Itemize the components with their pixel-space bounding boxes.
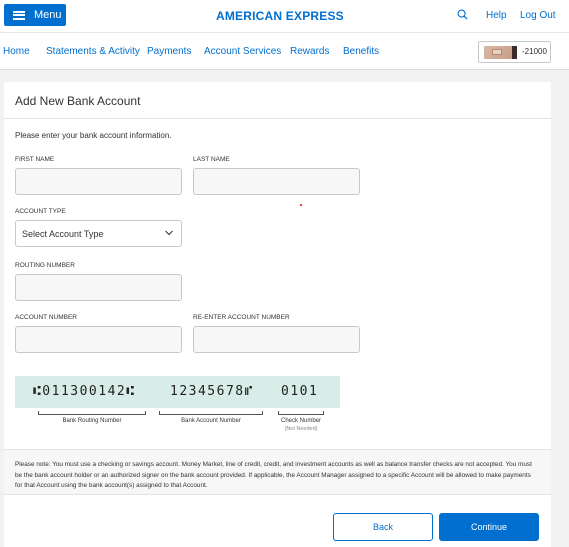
routing-number-label: ROUTING NUMBER [15,262,75,269]
check-number-subcaption: (Not Needed) [284,426,318,432]
card-selector[interactable]: -21000 [478,41,551,63]
account-bracket [159,411,263,415]
micr-account-digits: 12345678⑈ [170,384,254,399]
hamburger-icon [13,10,25,20]
nav-home[interactable]: Home [3,46,30,57]
check-number-caption: Check Number [280,418,321,424]
brand-logo[interactable]: AMERICAN EXPRESS [216,9,344,23]
page-title: Add New Bank Account [15,94,141,108]
account-type-select[interactable]: Select Account Type [15,220,182,247]
account-type-label: ACCOUNT TYPE [15,208,66,215]
chevron-down-icon [165,230,173,236]
account-number-input[interactable] [15,326,182,353]
last-name-label: LAST NAME [193,156,230,163]
reenter-account-number-input[interactable] [193,326,360,353]
card-image [484,46,514,59]
card-number-suffix: -21000 [522,47,547,56]
search-icon[interactable] [457,9,468,20]
add-bank-account-panel: Add New Bank Account Please enter your b… [4,82,551,547]
account-type-value: Select Account Type [22,229,104,239]
reenter-account-number-label: RE-ENTER ACCOUNT NUMBER [193,314,290,321]
last-name-input[interactable] [193,168,360,195]
micr-check-digits: 0101 [281,384,319,399]
help-link[interactable]: Help [486,10,507,21]
menu-label: Menu [34,9,62,21]
logout-link[interactable]: Log Out [520,10,556,21]
check-diagram: ⑆011300142⑆ 12345678⑈ 0101 [15,376,340,408]
routing-number-input[interactable] [15,274,182,301]
required-marker [300,204,302,206]
nav-benefits[interactable]: Benefits [343,46,379,57]
routing-caption: Bank Routing Number [62,418,122,424]
micr-routing-digits: ⑆011300142⑆ [33,384,136,399]
nav-account-services[interactable]: Account Services [204,46,281,57]
title-divider [4,118,551,119]
routing-bracket [38,411,146,415]
top-header: Menu AMERICAN EXPRESS Help Log Out [0,0,569,32]
card-image-secondary [512,46,517,59]
nav-statements-activity[interactable]: Statements & Activity [46,46,140,57]
continue-button[interactable]: Continue [439,513,539,541]
note-text: Please note: You must use a checking or … [4,449,551,495]
check-number-bracket [278,411,324,415]
nav-payments[interactable]: Payments [147,46,191,57]
menu-button[interactable]: Menu [4,4,66,26]
intro-text: Please enter your bank account informati… [15,131,172,140]
first-name-input[interactable] [15,168,182,195]
nav-rewards[interactable]: Rewards [290,46,329,57]
main-nav: Home Statements & Activity Payments Acco… [0,32,569,70]
first-name-label: FIRST NAME [15,156,55,163]
back-button[interactable]: Back [333,513,433,541]
account-number-label: ACCOUNT NUMBER [15,314,77,321]
account-caption: Bank Account Number [181,418,241,424]
